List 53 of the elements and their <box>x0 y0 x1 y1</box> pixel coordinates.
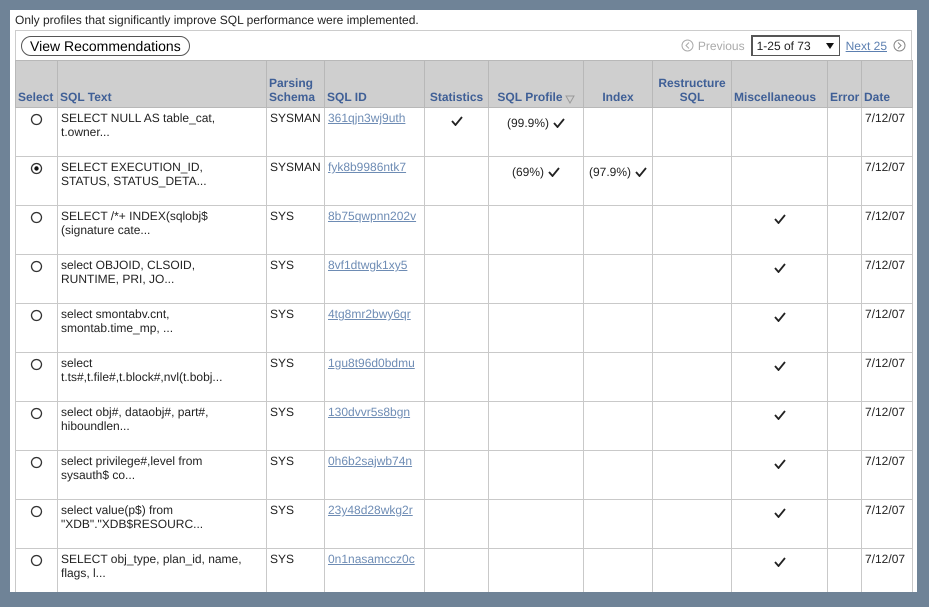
date-cell: 7/12/07 <box>865 356 906 370</box>
schema-cell: SYSMAN <box>270 160 321 174</box>
sql-text: select OBJOID, CLSOID, RUNTIME, PRI, JO... <box>61 258 196 286</box>
radio-button[interactable] <box>30 309 43 322</box>
date-cell: 7/12/07 <box>865 111 906 125</box>
radio-button[interactable] <box>30 505 43 518</box>
sql-text: SELECT NULL AS table_cat, t.owner... <box>61 111 216 139</box>
dropdown-arrow-icon <box>824 42 835 50</box>
date-cell: 7/12/07 <box>865 503 906 517</box>
sql-text: SELECT obj_type, plan_id, name, flags, l... <box>61 552 242 580</box>
sql-text: SELECT EXECUTION_ID, STATUS, STATUS_DETA... <box>61 160 207 188</box>
radio-button[interactable] <box>30 113 43 126</box>
sql-text: select smontabv.cnt, smontab.time_mp, ... <box>61 307 174 335</box>
date-cell: 7/12/07 <box>865 160 906 174</box>
radio-button[interactable] <box>30 260 43 273</box>
schema-cell: SYS <box>270 258 294 272</box>
schema-cell: SYSMAN <box>270 111 321 125</box>
column-header[interactable]: Date <box>864 90 890 104</box>
radio-button[interactable] <box>30 358 43 371</box>
previous-link[interactable]: Previous <box>680 38 745 52</box>
schema-cell: SYS <box>270 454 294 468</box>
sql-text: select value(p$) from "XDB"."XDB$RESOURC... <box>61 503 204 531</box>
notice-text: Only profiles that significantly improve SQL performance were implemented. <box>15 13 420 29</box>
sql-text: select obj#, dataobj#, part#, hiboundlen... <box>61 405 208 433</box>
date-cell: 7/12/07 <box>865 552 906 566</box>
sql-text: SELECT /*+ INDEX(sqlobj$ (signature cate... <box>61 209 208 237</box>
column-header[interactable]: SQL Text <box>60 90 112 104</box>
radio-button[interactable] <box>30 456 43 469</box>
column-header[interactable]: Index <box>602 90 634 104</box>
date-cell: 7/12/07 <box>865 405 906 419</box>
schema-cell: SYS <box>270 307 294 321</box>
sql-text: select t.ts#,t.file#,t.block#,nvl(t.bobj... <box>61 356 222 384</box>
sql-text: select privilege#,level from sysauth$ co... <box>61 454 202 482</box>
percent-label: (99.9%) <box>506 116 550 130</box>
date-cell: 7/12/07 <box>865 258 906 272</box>
percent-label: (69%) <box>512 165 544 179</box>
range-dropdown[interactable]: 1-25 of 73 <box>750 35 840 56</box>
view-recommendations-button[interactable]: View Recommendations <box>21 36 190 56</box>
schema-cell: SYS <box>270 503 294 517</box>
radio-button[interactable] <box>30 211 43 224</box>
date-cell: 7/12/07 <box>865 307 906 321</box>
schema-cell: SYS <box>270 356 294 370</box>
radio-button[interactable] <box>30 162 43 175</box>
date-cell: 7/12/07 <box>865 454 906 468</box>
percent-label: (97.9%) <box>588 165 632 179</box>
date-cell: 7/12/07 <box>865 209 906 223</box>
radio-button[interactable] <box>30 554 43 567</box>
schema-cell: SYS <box>270 405 294 419</box>
column-header[interactable]: SQL ID <box>327 90 367 104</box>
next-link[interactable]: Next 25 <box>846 38 887 52</box>
schema-cell: SYS <box>270 552 294 566</box>
schema-cell: SYS <box>270 209 294 223</box>
radio-button[interactable] <box>30 407 43 420</box>
